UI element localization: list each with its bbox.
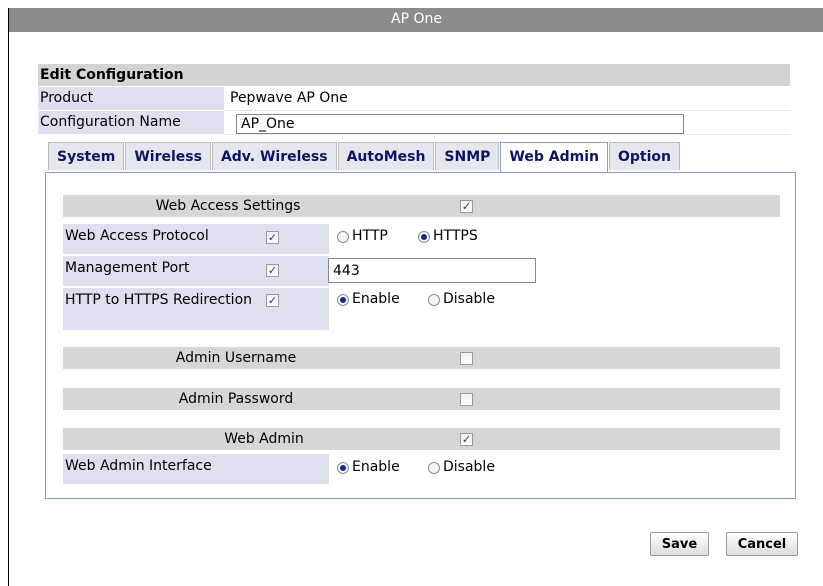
https-redirection-label-text: HTTP to HTTPS Redirection [65,292,253,308]
web-access-protocol-checkbox[interactable]: ✓ [266,231,279,244]
tab-automesh[interactable]: AutoMesh [337,142,435,170]
web-admin-interface-label: Web Admin Interface [63,454,329,484]
admin-password-header: Admin Password [63,388,780,410]
web-admin-title: Web Admin [224,431,304,447]
product-row: Product Pepwave AP One [38,87,790,111]
admin-username-title: Admin Username [175,350,297,366]
management-port-label: Management Port [63,256,329,286]
tab-system[interactable]: System [48,142,125,170]
interface-disable-radio[interactable] [428,462,440,474]
edit-configuration-header: Edit Configuration [38,64,790,86]
tab-snmp[interactable]: SNMP [435,142,500,170]
web-access-settings-title: Web Access Settings [155,198,301,214]
tab-wireless[interactable]: Wireless [125,142,211,170]
redirect-enable-radio[interactable] [337,294,349,306]
management-port-input[interactable] [328,258,536,283]
tab-adv-wireless[interactable]: Adv. Wireless [211,142,337,170]
redirect-disable-label: Disable [443,291,495,307]
protocol-http-label: HTTP [352,228,388,244]
web-access-settings-checkbox[interactable]: ✓ [460,200,473,213]
web-admin-header: Web Admin [63,428,780,450]
web-access-protocol-label: Web Access Protocol [63,224,329,254]
config-name-label: Configuration Name [38,111,224,134]
protocol-https-radio[interactable] [418,231,430,243]
management-port-checkbox[interactable]: ✓ [266,264,279,277]
admin-password-checkbox[interactable] [460,393,473,406]
redirect-enable-label: Enable [352,291,400,307]
protocol-https-label: HTTPS [433,228,478,244]
web-access-settings-header: Web Access Settings [63,195,780,217]
https-redirection-checkbox[interactable]: ✓ [266,294,279,307]
web-admin-checkbox[interactable]: ✓ [460,433,473,446]
product-label: Product [38,87,224,110]
window-title: AP One [9,8,823,32]
interface-enable-radio[interactable] [337,462,349,474]
admin-password-title: Admin Password [178,391,294,407]
redirect-disable-radio[interactable] [428,294,440,306]
interface-enable-label: Enable [352,459,400,475]
product-value: Pepwave AP One [224,87,790,111]
admin-username-checkbox[interactable] [460,352,473,365]
cancel-button[interactable]: Cancel [726,532,798,556]
tab-option[interactable]: Option [608,142,680,170]
protocol-http-radio[interactable] [337,231,349,243]
interface-disable-label: Disable [443,459,495,475]
https-redirection-label: HTTP to HTTPS Redirection [63,288,329,330]
config-name-input[interactable] [236,114,684,134]
admin-username-header: Admin Username [63,347,780,369]
tab-bar: System Wireless Adv. Wireless AutoMesh S… [48,142,681,174]
tab-web-admin[interactable]: Web Admin [500,142,608,174]
save-button[interactable]: Save [650,532,709,556]
